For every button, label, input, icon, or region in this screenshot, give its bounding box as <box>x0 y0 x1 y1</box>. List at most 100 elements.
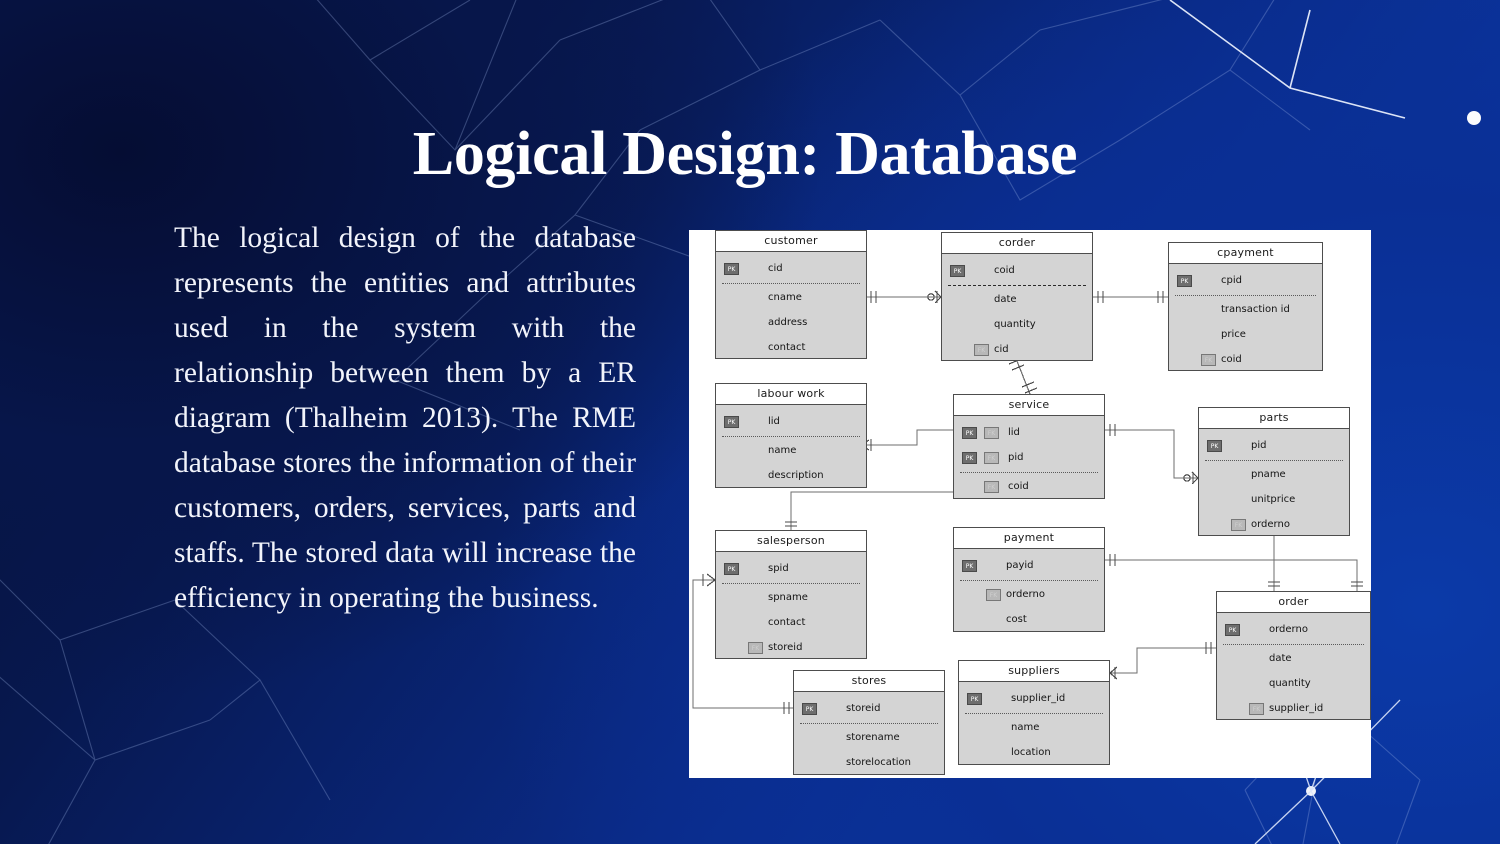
attribute-row: cost <box>954 607 1104 632</box>
attribute-label: quantity <box>1269 678 1311 689</box>
attribute-row: transaction id <box>1169 297 1322 322</box>
attribute-row: FK cid <box>942 337 1092 362</box>
pk-badge-icon: PK <box>802 702 817 715</box>
fk-badge-icon: FK <box>1231 518 1246 531</box>
attribute-row: PK payid <box>954 553 1104 578</box>
attribute-label: supplier_id <box>1011 693 1066 704</box>
entity-service[interactable]: service PK FK lid PK FK pid FK coid <box>953 394 1105 499</box>
page-title: Logical Design: Database <box>412 120 1078 188</box>
attribute-row: unitprice <box>1199 487 1349 512</box>
key-divider <box>722 583 860 584</box>
attribute-row: FK coid <box>954 474 1104 499</box>
key-divider <box>960 472 1098 473</box>
entity-stores[interactable]: stores PK storeid storename storelocatio… <box>793 670 945 775</box>
key-divider <box>960 580 1098 581</box>
attribute-label: pid <box>1008 452 1024 463</box>
fk-badge-icon: FK <box>1201 353 1216 366</box>
entity-title: salesperson <box>715 530 867 551</box>
entity-suppliers[interactable]: suppliers PK supplier_id name location <box>958 660 1110 765</box>
entity-title: payment <box>953 527 1105 548</box>
attribute-label: storeid <box>768 642 803 653</box>
pk-badge-icon: PK <box>724 415 739 428</box>
entity-parts[interactable]: parts PK pid pname unitprice FK orderno <box>1198 407 1350 536</box>
attribute-row: storename <box>794 725 944 750</box>
pk-badge-icon: PK <box>962 451 977 464</box>
entity-attributes: PK payid FK orderno cost <box>953 548 1105 632</box>
fk-badge-icon: FK <box>748 641 763 654</box>
attribute-row: PK lid <box>716 409 866 434</box>
entity-corder[interactable]: corder PK coid date quantity FK cid <box>941 232 1093 361</box>
entity-order[interactable]: order PK orderno date quantity FK suppli… <box>1216 591 1371 720</box>
entity-title: service <box>953 394 1105 415</box>
attribute-label: quantity <box>994 319 1036 330</box>
attribute-row: PK FK lid <box>954 420 1104 445</box>
attribute-label: description <box>768 470 824 481</box>
attribute-label: storeid <box>846 703 881 714</box>
entity-title: order <box>1216 591 1371 612</box>
pk-badge-icon: PK <box>950 264 965 277</box>
attribute-row: FK orderno <box>1199 512 1349 537</box>
entity-cpayment[interactable]: cpayment PK cpid transaction id price FK… <box>1168 242 1323 371</box>
attribute-label: coid <box>1008 481 1029 492</box>
key-divider <box>722 436 860 437</box>
pk-badge-icon: PK <box>962 559 977 572</box>
attribute-label: address <box>768 317 808 328</box>
attribute-row: storelocation <box>794 750 944 775</box>
entity-attributes: PK storeid storename storelocation <box>793 691 945 775</box>
attribute-label: spid <box>768 563 789 574</box>
entity-attributes: PK pid pname unitprice FK orderno <box>1198 428 1350 536</box>
attribute-row: PK supplier_id <box>959 686 1109 711</box>
attribute-label: transaction id <box>1221 304 1290 315</box>
pk-badge-icon: PK <box>724 562 739 575</box>
entity-title: corder <box>941 232 1093 253</box>
entity-attributes: PK coid date quantity FK cid <box>941 253 1093 361</box>
key-divider <box>1205 460 1343 461</box>
entity-title: suppliers <box>958 660 1110 681</box>
entity-salesperson[interactable]: salesperson PK spid spname contact FK st… <box>715 530 867 659</box>
attribute-label: lid <box>768 416 780 427</box>
attribute-row: spname <box>716 585 866 610</box>
attribute-row: address <box>716 310 866 335</box>
entity-attributes: PK supplier_id name location <box>958 681 1110 765</box>
pk-badge-icon: PK <box>1225 623 1240 636</box>
attribute-label: unitprice <box>1251 494 1296 505</box>
entity-labour-work[interactable]: labour work PK lid name description <box>715 383 867 488</box>
entity-attributes: PK orderno date quantity FK supplier_id <box>1216 612 1371 720</box>
entity-title: labour work <box>715 383 867 404</box>
attribute-row: FK storeid <box>716 635 866 660</box>
pk-badge-icon: PK <box>724 262 739 275</box>
attribute-row: date <box>1217 646 1370 671</box>
slide-canvas: Logical Design: Database The logical des… <box>0 0 1500 844</box>
pk-badge-icon: PK <box>962 426 977 439</box>
entity-attributes: PK spid spname contact FK storeid <box>715 551 867 659</box>
key-divider <box>948 285 1086 286</box>
fk-badge-icon: FK <box>1249 702 1264 715</box>
attribute-label: orderno <box>1006 589 1045 600</box>
entity-customer[interactable]: customer PK cid cname address contact <box>715 230 867 359</box>
attribute-row: price <box>1169 322 1322 347</box>
attribute-row: location <box>959 740 1109 765</box>
entity-attributes: PK cid cname address contact <box>715 251 867 359</box>
key-divider <box>1175 295 1316 296</box>
entity-payment[interactable]: payment PK payid FK orderno cost <box>953 527 1105 632</box>
attribute-label: storelocation <box>846 757 911 768</box>
attribute-row: FK coid <box>1169 347 1322 372</box>
attribute-row: quantity <box>1217 671 1370 696</box>
attribute-label: orderno <box>1269 624 1308 635</box>
attribute-row: PK coid <box>942 258 1092 283</box>
attribute-row: date <box>942 287 1092 312</box>
fk-badge-icon: FK <box>984 426 999 439</box>
attribute-label: orderno <box>1251 519 1290 530</box>
attribute-label: contact <box>768 342 806 353</box>
entity-title: parts <box>1198 407 1350 428</box>
attribute-label: cid <box>768 263 783 274</box>
attribute-label: date <box>994 294 1017 305</box>
attribute-label: name <box>1011 722 1040 733</box>
attribute-label: cost <box>1006 614 1027 625</box>
pk-badge-icon: PK <box>1207 439 1222 452</box>
attribute-label: price <box>1221 329 1246 340</box>
attribute-row: PK storeid <box>794 696 944 721</box>
attribute-label: date <box>1269 653 1292 664</box>
entity-attributes: PK cpid transaction id price FK coid <box>1168 263 1323 371</box>
entity-title: customer <box>715 230 867 251</box>
